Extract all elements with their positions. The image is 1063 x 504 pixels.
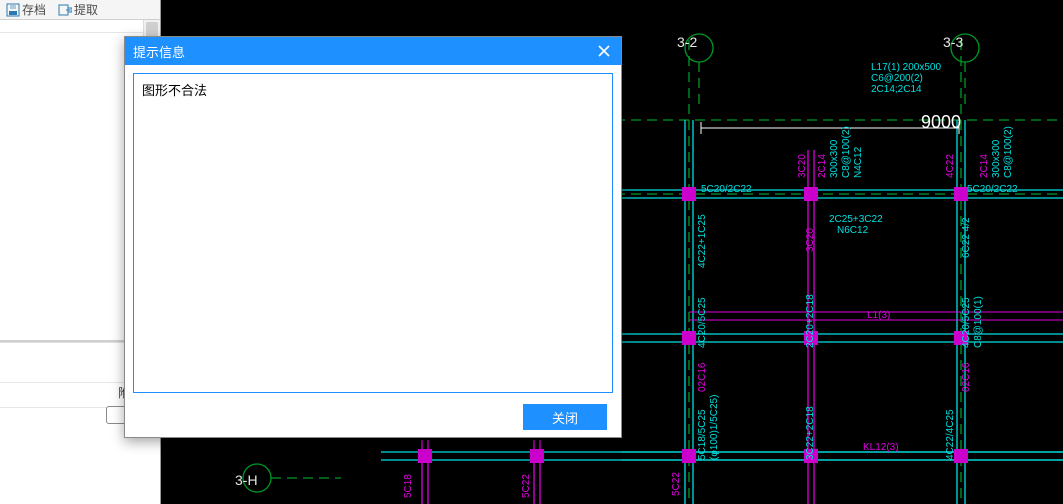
beam-label: 2C14 xyxy=(979,154,990,178)
beam-label: 3C22+2C18 xyxy=(805,406,816,460)
beam-label: 2C14 xyxy=(817,154,828,178)
axis-tag: 3-H xyxy=(235,472,258,488)
beam-label: 02C16 xyxy=(961,363,972,392)
save-icon xyxy=(6,3,20,17)
beam-label: C8@100(1) xyxy=(973,296,984,348)
beam-label: 5C22 xyxy=(521,474,532,498)
beam-label: 5C18 xyxy=(403,474,414,498)
beam-label: L1(3) xyxy=(867,310,890,321)
ribbon-save[interactable]: 存档 xyxy=(6,1,46,18)
beam-label: 4C22 xyxy=(945,154,956,178)
beam-label: 4C22/4C25 xyxy=(945,409,956,460)
beam-label: 4C22+1C25 xyxy=(697,214,708,268)
beam-label: N4C12 xyxy=(853,147,864,178)
dimension-text: 9000 xyxy=(921,112,961,133)
ribbon: 存档 提取 xyxy=(0,0,160,20)
beam-label: 300x300 xyxy=(829,140,840,178)
beam-label: 300x300 xyxy=(991,140,1002,178)
beam-label: KL12(3) xyxy=(863,442,899,453)
dialog-body: 图形不合法 xyxy=(133,73,613,393)
message-dialog: 提示信息 图形不合法 关闭 xyxy=(124,36,622,438)
beam-label: 6C22 4/2 xyxy=(961,217,972,258)
beam-label: 4C20/5C25 xyxy=(961,297,972,348)
beam-label: 3C20 xyxy=(797,154,808,178)
close-button[interactable]: 关闭 xyxy=(523,404,607,430)
beam-label: C6@200(2) xyxy=(871,73,923,84)
beam-label: C8@100(2) xyxy=(841,126,852,178)
beam-label: 2C20+2C18 xyxy=(805,294,816,348)
beam-label: 5C20/2C22 xyxy=(701,184,752,195)
extract-icon xyxy=(58,3,72,17)
beam-label: 3C20 xyxy=(805,228,816,252)
close-button-label: 关闭 xyxy=(552,408,578,427)
beam-label: 4C20/5C25 xyxy=(697,297,708,348)
axis-tag: 3-3 xyxy=(943,34,963,50)
beam-label: 5C20/2C22 xyxy=(967,184,1018,195)
beam-label: 5C18/5C25 xyxy=(697,409,708,460)
beam-label: 02C16 xyxy=(697,363,708,392)
dialog-footer: 关闭 xyxy=(125,397,621,437)
beam-label: N6C12 xyxy=(837,225,868,236)
dialog-title: 提示信息 xyxy=(133,42,185,61)
axis-tag: 3-2 xyxy=(677,34,697,50)
beam-label: C8@100(2) xyxy=(1003,126,1014,178)
beam-label: (φ100)1/5C25) xyxy=(709,395,720,460)
close-icon[interactable] xyxy=(595,42,613,60)
dialog-message: 图形不合法 xyxy=(142,83,207,98)
beam-label: 2C14;2C14 xyxy=(871,84,922,95)
dialog-titlebar[interactable]: 提示信息 xyxy=(125,37,621,65)
beam-label: 2C25+3C22 xyxy=(829,214,883,225)
ribbon-extract[interactable]: 提取 xyxy=(58,1,98,18)
beam-label: 5C22 xyxy=(671,472,682,496)
ribbon-save-label: 存档 xyxy=(22,1,46,18)
ribbon-extract-label: 提取 xyxy=(74,1,98,18)
beam-label: L17(1) 200x500 xyxy=(871,62,941,73)
